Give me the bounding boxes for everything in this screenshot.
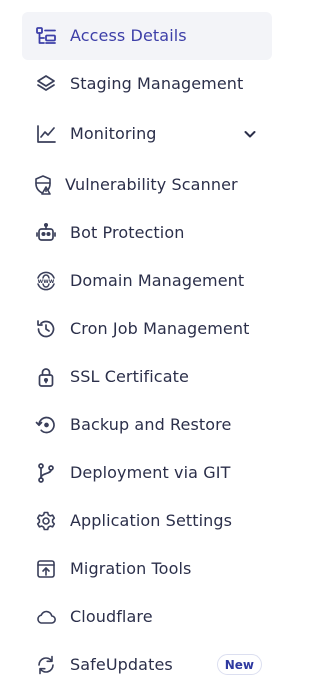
access-details-icon xyxy=(34,24,58,48)
gear-icon xyxy=(34,509,58,533)
sidebar-item-staging-management[interactable]: Staging Management xyxy=(22,60,272,108)
sidebar-item-deployment-via-git[interactable]: Deployment via GIT xyxy=(22,449,272,497)
sidebar-item-label: SafeUpdates xyxy=(70,655,173,674)
sidebar-item-domain-management[interactable]: www Domain Management xyxy=(22,257,272,305)
refresh-icon xyxy=(34,653,58,677)
sidebar-item-cloudflare[interactable]: Cloudflare xyxy=(22,593,272,641)
sidebar-item-label: Vulnerability Scanner xyxy=(65,175,238,194)
sidebar-item-label: Migration Tools xyxy=(70,559,192,578)
shield-warning-icon xyxy=(31,173,55,197)
sidebar-nav: Access Details Staging Management Monito… xyxy=(0,0,301,700)
sidebar-item-label: Bot Protection xyxy=(70,223,185,242)
sidebar-item-migration-tools[interactable]: Migration Tools xyxy=(22,545,272,593)
sidebar-item-label: Cron Job Management xyxy=(70,319,250,338)
sidebar-item-bot-protection[interactable]: Bot Protection xyxy=(22,209,272,257)
history-clock-icon xyxy=(34,317,58,341)
sidebar-item-label: Backup and Restore xyxy=(70,415,232,434)
sidebar-item-monitoring[interactable]: Monitoring xyxy=(22,110,272,158)
sidebar-item-label: Deployment via GIT xyxy=(70,463,231,482)
robot-icon xyxy=(34,221,58,245)
sidebar-item-label: SSL Certificate xyxy=(70,367,189,386)
sidebar-item-label: Staging Management xyxy=(70,74,244,93)
lock-icon xyxy=(34,365,58,389)
backup-restore-icon xyxy=(34,413,58,437)
sidebar-item-label: Domain Management xyxy=(70,271,245,290)
git-branch-icon xyxy=(34,461,58,485)
sidebar-item-safeupdates[interactable]: SafeUpdates New xyxy=(22,641,272,689)
cloud-icon xyxy=(34,605,58,629)
www-globe-icon: www xyxy=(34,269,58,293)
sidebar-item-ssl-certificate[interactable]: SSL Certificate xyxy=(22,353,272,401)
sidebar-item-access-details[interactable]: Access Details xyxy=(22,12,272,60)
chevron-down-icon[interactable] xyxy=(242,126,258,142)
chart-line-icon xyxy=(34,122,58,146)
sidebar-item-label: Access Details xyxy=(70,26,187,45)
sidebar-item-label: Application Settings xyxy=(70,511,233,530)
upload-box-icon xyxy=(34,557,58,581)
sidebar-item-application-settings[interactable]: Application Settings xyxy=(22,497,272,545)
sidebar-item-label: Monitoring xyxy=(70,124,157,143)
layers-icon xyxy=(34,72,58,96)
sidebar-item-label: Cloudflare xyxy=(70,607,153,626)
svg-text:www: www xyxy=(38,278,55,285)
new-badge: New xyxy=(216,654,262,675)
sidebar-item-backup-and-restore[interactable]: Backup and Restore xyxy=(22,401,272,449)
sidebar-item-cron-job-management[interactable]: Cron Job Management xyxy=(22,305,272,353)
sidebar-item-vulnerability-scanner[interactable]: Vulnerability Scanner xyxy=(22,161,272,209)
